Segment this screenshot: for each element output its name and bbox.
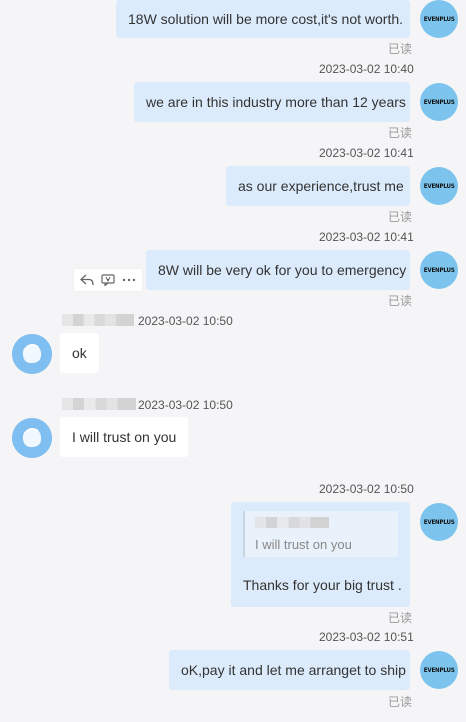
message-bubble[interactable]: 18W solution will be more cost,it's not … <box>116 0 410 38</box>
message-text: I will trust on you <box>72 429 177 445</box>
read-status: 已读 <box>388 126 413 140</box>
reply-icon[interactable] <box>78 271 95 289</box>
message-bubble[interactable]: I will trust on you Thanks for your big … <box>231 502 410 607</box>
quoted-message[interactable]: I will trust on you <box>243 511 398 557</box>
avatar[interactable]: EVENPLUS <box>420 167 458 205</box>
message-text: we are in this industry more than 12 yea… <box>146 94 406 110</box>
contact-avatar[interactable] <box>12 418 52 458</box>
contact-name-redacted <box>62 314 134 326</box>
contact-name-redacted <box>62 398 136 410</box>
message-text: oK,pay it and let me arranget to ship <box>181 662 406 678</box>
timestamp: 2023-03-02 10:41 <box>319 146 414 160</box>
timestamp: 2023-03-02 10:50 <box>319 482 414 496</box>
contact-avatar[interactable] <box>12 334 52 374</box>
quoted-text: I will trust on you <box>255 537 352 552</box>
message-text: as our experience,trust me <box>238 178 404 194</box>
message-bubble[interactable]: oK,pay it and let me arranget to ship <box>169 650 410 690</box>
more-icon[interactable] <box>121 271 138 289</box>
message-text: ok <box>72 345 87 361</box>
avatar[interactable]: EVENPLUS <box>420 0 458 38</box>
avatar[interactable]: EVENPLUS <box>420 251 458 289</box>
message-text: Thanks for your big trust . <box>243 577 402 593</box>
translate-icon[interactable] <box>99 271 116 289</box>
message-text: 8W will be very ok for you to emergency <box>158 262 407 278</box>
avatar[interactable]: EVENPLUS <box>420 83 458 121</box>
message-text: 18W solution will be more cost,it's not … <box>128 11 404 27</box>
message-action-toolbar <box>74 269 142 291</box>
avatar[interactable]: EVENPLUS <box>420 651 458 689</box>
read-status: 已读 <box>388 611 413 625</box>
timestamp: 2023-03-02 10:40 <box>319 62 414 76</box>
message-bubble[interactable]: ok <box>60 333 99 373</box>
read-status: 已读 <box>388 294 413 308</box>
read-status: 已读 <box>388 42 413 56</box>
avatar[interactable]: EVENPLUS <box>420 503 458 541</box>
timestamp: 2023-03-02 10:50 <box>138 314 233 328</box>
timestamp: 2023-03-02 10:50 <box>138 398 233 412</box>
read-status: 已读 <box>388 210 413 224</box>
message-bubble[interactable]: as our experience,trust me <box>226 166 410 206</box>
timestamp: 2023-03-02 10:41 <box>319 230 414 244</box>
message-bubble[interactable]: we are in this industry more than 12 yea… <box>134 82 410 122</box>
message-bubble[interactable]: I will trust on you <box>60 417 188 457</box>
message-bubble[interactable]: 8W will be very ok for you to emergency <box>146 250 410 290</box>
quoted-author-redacted <box>255 517 329 528</box>
read-status: 已读 <box>388 695 413 709</box>
timestamp: 2023-03-02 10:51 <box>319 630 414 644</box>
